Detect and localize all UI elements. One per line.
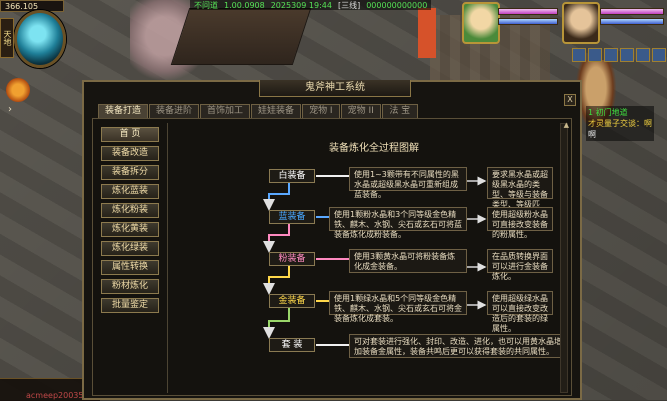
window-title: 鬼斧神工系统 — [259, 80, 411, 97]
menu-attribute-convert[interactable]: 属性转换 — [101, 260, 159, 275]
buff-icon[interactable] — [572, 48, 586, 62]
menu-refine-green[interactable]: 炼化绿装 — [101, 241, 159, 256]
buff-icons — [572, 48, 666, 62]
pet-portrait[interactable] — [462, 2, 500, 44]
tab-bar: 装备打造 装备进阶 首饰加工 娃娃装备 宠物 I 宠物 II 法 宝 — [98, 104, 418, 118]
menu-split[interactable]: 装备拆分 — [101, 165, 159, 180]
tab-pet-2[interactable]: 宠物 II — [340, 104, 381, 118]
line-number: [三线] — [337, 0, 361, 10]
menu-home[interactable]: 首 页 — [101, 127, 159, 142]
arrow — [263, 265, 290, 295]
buff-icon[interactable] — [588, 48, 602, 62]
side-menu: 首 页 装备改造 装备拆分 炼化蓝装 炼化粉装 炼化黄装 炼化绿装 属性转换 粉… — [101, 127, 159, 313]
arrow — [263, 181, 290, 211]
expand-arrow-icon[interactable]: › — [8, 104, 12, 115]
status-code: 000000000000 — [366, 0, 428, 10]
scrollbar[interactable] — [560, 123, 568, 393]
close-button[interactable]: X — [564, 94, 576, 106]
desc-white-to-blue: 使用1~3颗带有不同属性的黑水晶或超级黑水晶可重新组成蓝装备。 — [349, 167, 467, 199]
note-gold-refine: 在品质转换界面可以进行金装备炼化。 — [487, 249, 553, 281]
crafting-window: 鬼斧神工系统 X 装备打造 装备进阶 首饰加工 娃娃装备 宠物 I 宠物 II … — [82, 80, 582, 400]
stage-pink: 粉装备 — [269, 252, 315, 266]
note-black-crystal: 要求黑水晶或超级黑水晶的类型、等级与装备类型、等级匹配。 — [487, 167, 553, 219]
arrow — [263, 223, 290, 253]
player-name: acmeep20035 — [26, 391, 84, 400]
player-portrait[interactable] — [562, 2, 600, 44]
buff-icon[interactable] — [652, 48, 666, 62]
menu-batch-identify[interactable]: 批量鉴定 — [101, 298, 159, 313]
pavilion-roof — [170, 8, 312, 65]
player-mp-bar — [600, 18, 664, 25]
desc-gold-to-set: 使用1颗绿水晶和5个同等级金色精铁、麒木、水钢、尖石或玄石可将金装备炼化成套装。 — [329, 291, 467, 323]
desc-blue-to-pink: 使用1颗粉水晶和3个同等级金色精铁、麒木、水钢、尖石或玄石可将蓝装备炼化成粉装备… — [329, 207, 467, 239]
note-green-crystal: 使用超级绿水晶可以直接改变改造后的套装的绿属性。 — [487, 291, 553, 333]
stage-set: 套 装 — [269, 338, 315, 352]
chat-snippet: 1 初门地道 才灵量子交谈：啊 啊 — [586, 106, 654, 141]
menu-refine-blue[interactable]: 炼化蓝装 — [101, 184, 159, 199]
diagram-title: 装备炼化全过程图解 — [329, 143, 419, 154]
buff-icon[interactable] — [620, 48, 634, 62]
scroll-up-icon[interactable]: ▲ — [564, 121, 569, 129]
buff-icon[interactable] — [604, 48, 618, 62]
stage-blue: 蓝装备 — [269, 210, 315, 224]
server-name: 不问道 — [194, 0, 218, 10]
menu-modify[interactable]: 装备改造 — [101, 146, 159, 161]
tab-doll-equipment[interactable]: 娃娃装备 — [251, 104, 302, 118]
stage-white: 白装备 — [269, 169, 315, 183]
stage-gold: 金装备 — [269, 294, 315, 308]
pet-mp-bar — [498, 18, 558, 25]
pet-hp-bar — [498, 8, 558, 15]
menu-material-refine[interactable]: 粉材炼化 — [101, 279, 159, 294]
top-status-bar: 不问道 1.00.0908 2025309 19:44 [三线] 0000000… — [190, 0, 432, 10]
menu-refine-pink[interactable]: 炼化粉装 — [101, 203, 159, 218]
minimap-orb[interactable] — [14, 10, 66, 68]
map-name-tag: 天地 — [0, 18, 14, 58]
tab-treasure[interactable]: 法 宝 — [381, 104, 418, 118]
buff-icon[interactable] — [636, 48, 650, 62]
tab-jewelry[interactable]: 首饰加工 — [200, 104, 251, 118]
tab-equipment-advance[interactable]: 装备进阶 — [149, 104, 200, 118]
player-hp-bar — [600, 8, 664, 15]
red-banner — [418, 8, 436, 58]
date-time: 2025309 19:44 — [270, 0, 332, 10]
content-panel: 首 页 装备改造 装备拆分 炼化蓝装 炼化粉装 炼化黄装 炼化绿装 属性转换 粉… — [92, 118, 572, 396]
event-icon[interactable] — [6, 78, 30, 102]
desc-pink-to-gold: 使用3颗黄水晶可将粉装备炼化成金装备。 — [349, 249, 467, 273]
refine-diagram: 装备炼化全过程图解 白装备 蓝装备 粉装备 金装备 套 装 使用1~3颗带有不同… — [169, 119, 567, 397]
note-pink-crystal: 使用超级粉水晶可直接改变装备的粉属性。 — [487, 207, 553, 239]
arrow — [263, 307, 290, 339]
tab-equipment-craft[interactable]: 装备打造 — [98, 104, 149, 118]
desc-set: 可对套装进行强化、封印、改造、进化，也可以用黄水晶增加装备金属性，装备共鸣后更可… — [349, 334, 567, 358]
divider — [167, 123, 168, 393]
tab-pet-1[interactable]: 宠物 I — [302, 104, 340, 118]
menu-refine-yellow[interactable]: 炼化黄装 — [101, 222, 159, 237]
version: 1.00.0908 — [224, 0, 265, 10]
